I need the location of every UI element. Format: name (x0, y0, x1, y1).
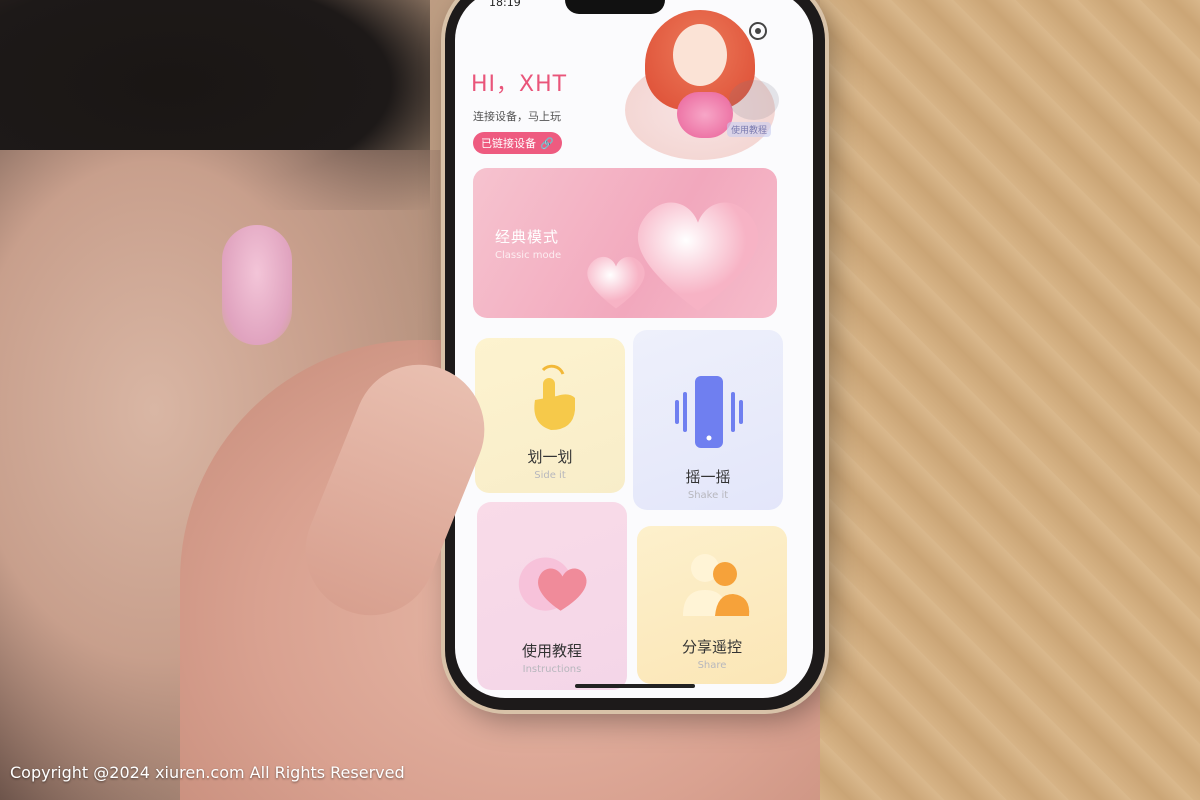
classic-mode-card[interactable]: 经典模式 Classic mode (473, 168, 777, 318)
shake-subtitle: Shake it (687, 490, 729, 501)
instructions-title: 使用教程 (521, 642, 582, 660)
status-time: 18:19 (489, 0, 521, 9)
header-illustration: 使用教程 (625, 10, 795, 160)
connected-label: 已链接设备 (481, 137, 536, 150)
connected-device-button[interactable]: 已链接设备 🔗 (473, 132, 562, 154)
greeting-subtitle: 连接设备，马上玩 (473, 110, 561, 123)
greeting-title: HI，XHT (471, 72, 568, 97)
share-title: 分享遥控 (681, 638, 742, 656)
shake-tile[interactable]: 摇一摇 Shake it (633, 330, 783, 510)
home-indicator (575, 684, 695, 688)
copyright-watermark: Copyright @2024 xiuren.com All Rights Re… (10, 763, 405, 782)
swipe-tile[interactable]: 划一划 Side it (475, 338, 625, 493)
heart-bubble-icon (518, 557, 587, 611)
tap-hand-icon (534, 364, 575, 430)
instructions-subtitle: Instructions (522, 664, 582, 675)
classic-mode-title: 经典模式 (495, 228, 560, 246)
heart-icon (587, 256, 645, 309)
tutorial-badge[interactable]: 使用教程 (727, 122, 772, 137)
link-icon: 🔗 (540, 136, 554, 150)
phone-vibrate-icon (675, 376, 743, 448)
heart-icon (677, 92, 733, 138)
background-device-blur (222, 225, 292, 345)
share-subtitle: Share (697, 660, 727, 671)
phone-screen: 18:19 使用教程 HI，XHT 连接设备，马上玩 已链接设备 🔗 经典模式 … (455, 0, 813, 698)
share-tile[interactable]: 分享遥控 Share (637, 526, 787, 684)
instructions-tile[interactable]: 使用教程 Instructions (477, 502, 627, 690)
swipe-title: 划一划 (527, 448, 573, 466)
background-floor (820, 0, 1200, 800)
swipe-subtitle: Side it (534, 470, 566, 481)
classic-mode-subtitle: Classic mode (495, 250, 562, 261)
shake-title: 摇一摇 (685, 468, 731, 486)
users-share-icon (683, 554, 750, 616)
